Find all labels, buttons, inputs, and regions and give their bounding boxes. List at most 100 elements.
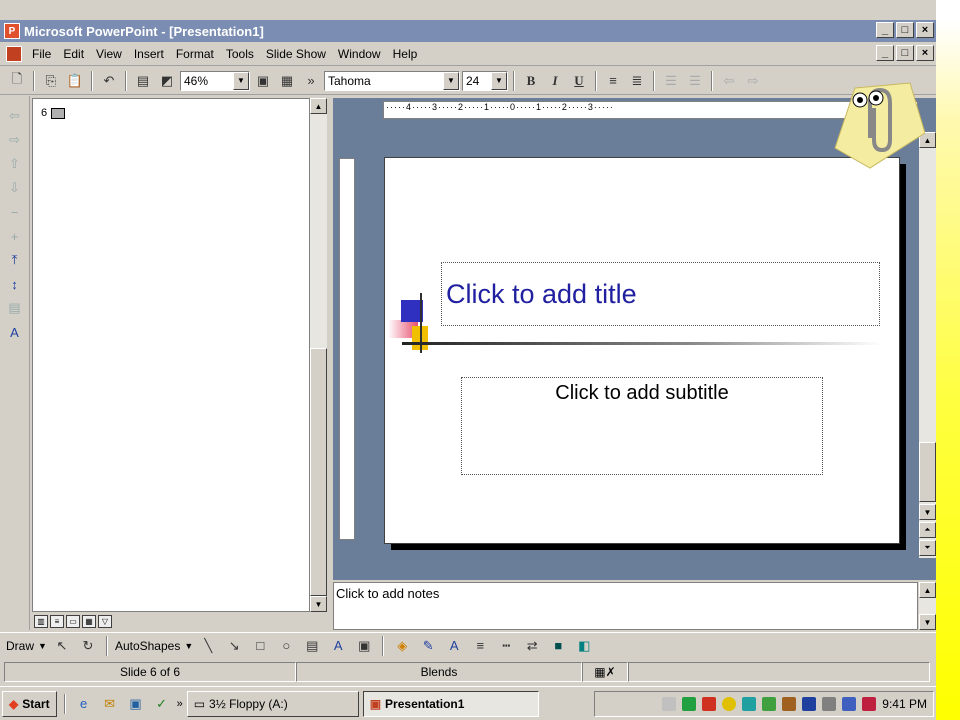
mouse-icon[interactable] <box>842 697 857 711</box>
outlook-express-icon[interactable]: ✉ <box>99 693 121 715</box>
font-size-select[interactable]: 24 ▼ <box>462 70 508 91</box>
maximize-button[interactable]: □ <box>896 22 914 38</box>
align-left-icon[interactable]: ≡ <box>602 70 624 92</box>
slide-show-button[interactable]: ▽ <box>98 614 112 628</box>
menu-window[interactable]: Window <box>332 47 387 61</box>
spelling-status-icon[interactable]: ▦✗ <box>582 662 628 682</box>
menu-help[interactable]: Help <box>387 47 424 61</box>
powerpoint-icon[interactable]: P <box>4 23 20 39</box>
menu-format[interactable]: Format <box>170 47 220 61</box>
align-center-icon[interactable]: ≣ <box>626 70 648 92</box>
floppy-task-button[interactable]: ▭ 3½ Floppy (A:) <box>186 690 359 717</box>
slide-canvas[interactable] <box>384 157 900 544</box>
show-formatting-icon[interactable]: A <box>4 322 26 342</box>
doc-close-button[interactable]: × <box>916 45 934 61</box>
rectangle-icon[interactable]: □ <box>249 635 271 657</box>
presentation-task-button[interactable]: ▣ Presentation1 <box>362 690 539 717</box>
next-slide-icon[interactable]: ⏷ <box>919 540 936 556</box>
menu-tools[interactable]: Tools <box>220 47 260 61</box>
arrow-icon[interactable]: ↘ <box>223 635 245 657</box>
display-icon[interactable] <box>742 697 757 711</box>
oval-icon[interactable]: ○ <box>275 635 297 657</box>
move-up-icon[interactable]: ⇧ <box>4 154 26 174</box>
outline-scrollbar[interactable]: ▲ ▼ <box>310 98 327 612</box>
line-color-icon[interactable]: ✎ <box>417 635 439 657</box>
notes-scrollbar[interactable]: ▲ ▼ <box>919 582 936 630</box>
outline-view-button[interactable]: ≡ <box>50 614 64 628</box>
grayscale-icon[interactable]: ◩ <box>156 70 178 92</box>
scroll-up-icon[interactable]: ▲ <box>310 98 327 114</box>
summary-slide-icon[interactable]: ▤ <box>4 298 26 318</box>
slide-view-button[interactable]: ▭ <box>66 614 80 628</box>
toolbar-overflow-icon[interactable]: » <box>300 70 322 92</box>
paste-icon[interactable]: 📋 <box>64 70 86 92</box>
office-assistant-paperclip-icon[interactable] <box>830 78 925 170</box>
menu-view[interactable]: View <box>90 47 128 61</box>
title-bar[interactable]: P Microsoft PowerPoint - [Presentation1]… <box>0 20 936 42</box>
printer-icon[interactable] <box>822 697 837 711</box>
arrow-style-icon[interactable]: ⇄ <box>521 635 543 657</box>
chevron-down-icon[interactable]: ▼ <box>184 641 193 651</box>
collapse-icon[interactable]: − <box>4 202 26 222</box>
select-pointer-icon[interactable]: ↖ <box>51 635 73 657</box>
wordart-icon[interactable]: A <box>327 635 349 657</box>
free-rotate-icon[interactable]: ↻ <box>77 635 99 657</box>
collapse-all-icon[interactable]: ⤒ <box>4 250 26 270</box>
document-icon[interactable] <box>6 45 22 62</box>
shadow-icon[interactable]: ■ <box>547 635 569 657</box>
text-box-icon[interactable]: ▤ <box>301 635 323 657</box>
3d-icon[interactable]: ◧ <box>573 635 595 657</box>
chevron-down-icon[interactable]: ▼ <box>443 71 459 90</box>
menu-insert[interactable]: Insert <box>128 47 170 61</box>
move-down-icon[interactable]: ⇩ <box>4 178 26 198</box>
font-color-icon[interactable]: A <box>443 635 465 657</box>
slide-scrollbar[interactable]: ▲ ▼ ⏶ ⏷ <box>919 132 936 558</box>
power-icon[interactable] <box>782 697 797 711</box>
slide-sorter-view-button[interactable]: ▦ <box>82 614 96 628</box>
scroll-down-icon[interactable]: ▼ <box>919 504 936 520</box>
scroll-up-icon[interactable]: ▲ <box>919 582 936 598</box>
clip-art-icon[interactable]: ▣ <box>353 635 375 657</box>
monitor-icon[interactable] <box>802 697 817 711</box>
font-name-select[interactable]: Tahoma ▼ <box>324 70 460 91</box>
menu-edit[interactable]: Edit <box>57 47 90 61</box>
undo-icon[interactable]: ↶ <box>98 70 120 92</box>
normal-view-button[interactable]: ▥ <box>34 614 48 628</box>
demote-arrow-icon[interactable]: ⇨ <box>4 130 26 150</box>
channels-icon[interactable]: ✓ <box>151 693 173 715</box>
internet-explorer-icon[interactable]: e <box>73 693 95 715</box>
scroll-thumb[interactable] <box>310 348 327 596</box>
subtitle-placeholder[interactable]: Click to add subtitle <box>461 377 823 475</box>
slide-layout-icon[interactable]: ▣ <box>252 70 274 92</box>
copy-icon[interactable]: ⎘ <box>40 70 62 92</box>
chevron-down-icon[interactable]: ▼ <box>491 71 507 90</box>
design-icon[interactable]: ▦ <box>276 70 298 92</box>
menu-file[interactable]: File <box>26 47 57 61</box>
line-style-icon[interactable]: ≡ <box>469 635 491 657</box>
title-placeholder[interactable]: Click to add title <box>441 262 880 326</box>
dash-style-icon[interactable]: ┅ <box>495 635 517 657</box>
promote-icon[interactable]: ⇦ <box>718 70 740 92</box>
messenger-icon[interactable] <box>722 697 737 711</box>
tray-app-icon[interactable] <box>862 697 877 711</box>
scroll-down-icon[interactable]: ▼ <box>310 596 327 612</box>
promote-arrow-icon[interactable]: ⇦ <box>4 106 26 126</box>
menu-slide-show[interactable]: Slide Show <box>260 47 332 61</box>
notes-pane[interactable]: Click to add notes <box>333 582 918 630</box>
autoshapes-menu-button[interactable]: AutoShapes <box>115 639 180 653</box>
expand-icon[interactable]: + <box>4 226 26 246</box>
doc-minimize-button[interactable]: _ <box>876 45 894 61</box>
fill-color-icon[interactable]: ◈ <box>391 635 413 657</box>
scroll-down-icon[interactable]: ▼ <box>919 614 936 630</box>
draw-menu-button[interactable]: Draw <box>6 639 34 653</box>
chevron-down-icon[interactable]: ▼ <box>38 641 47 651</box>
clock[interactable]: 9:41 PM <box>882 697 927 711</box>
numbering-icon[interactable]: ☰ <box>660 70 682 92</box>
scheduler-icon[interactable] <box>762 697 777 711</box>
previous-slide-icon[interactable]: ⏶ <box>919 522 936 538</box>
new-icon[interactable]: 🗋 <box>6 70 28 92</box>
demote-icon[interactable]: ⇨ <box>742 70 764 92</box>
zoom-select[interactable]: 46% ▼ <box>180 70 250 91</box>
outline-slide-entry[interactable]: 6 <box>41 107 66 119</box>
quicklaunch-overflow-icon[interactable]: » <box>177 698 183 710</box>
